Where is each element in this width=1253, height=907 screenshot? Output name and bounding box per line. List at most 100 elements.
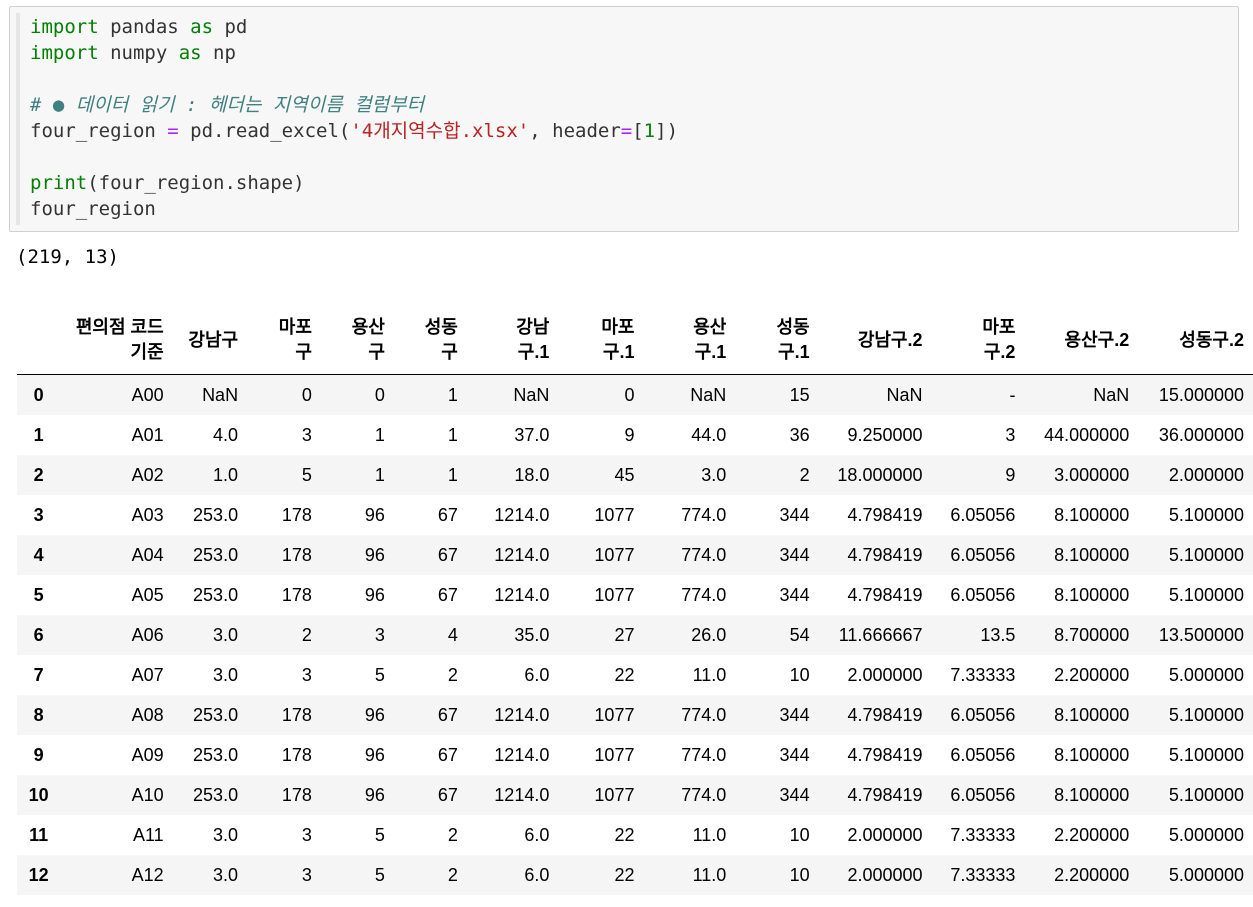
table-cell: 6.05056 xyxy=(950,544,1016,565)
table-cell: 3.000000 xyxy=(1054,464,1130,485)
code-line: four_region xyxy=(30,198,156,220)
table-cell: 5 xyxy=(374,824,385,845)
code-editor[interactable]: import pandas as pd import numpy as np #… xyxy=(30,14,678,222)
table-cell: 2 xyxy=(447,864,458,885)
row-index: 10 xyxy=(28,784,49,805)
row-index: 6 xyxy=(33,624,44,645)
row-index: 1 xyxy=(33,424,44,445)
table-cell: 96 xyxy=(364,784,385,805)
table-cell: 1214.0 xyxy=(494,744,550,765)
table-cell: 27 xyxy=(614,624,635,645)
table-cell: 45 xyxy=(614,464,635,485)
table-cell: 67 xyxy=(437,504,458,525)
code-line: import pandas as pd xyxy=(30,16,248,38)
table-cell: 3 xyxy=(301,824,312,845)
table-cell: 4 xyxy=(447,624,458,645)
table-cell: 11.666667 xyxy=(838,624,923,645)
code-line: four_region = pd.read_excel('4개지역수합.xlsx… xyxy=(30,120,679,142)
table-cell: 1.0 xyxy=(213,464,239,485)
column-header-text: 편의점 코드 xyxy=(75,317,164,337)
column-header-text: 구 xyxy=(295,342,312,362)
table-cell: A06 xyxy=(131,624,164,645)
code-line: import numpy as np xyxy=(30,42,236,64)
table-cell: 7.33333 xyxy=(950,864,1016,885)
table-cell: 26.0 xyxy=(691,624,727,645)
table-cell: 3.0 xyxy=(213,864,239,885)
table-cell: 1214.0 xyxy=(494,504,550,525)
table-cell: 35.0 xyxy=(514,624,550,645)
table-cell: 8.100000 xyxy=(1054,744,1130,765)
table-cell: 774.0 xyxy=(681,744,727,765)
table-cell: 13.500000 xyxy=(1158,624,1244,645)
table-cell: 54 xyxy=(789,624,810,645)
table-cell: 9 xyxy=(624,424,635,445)
table-row: 3 A03 253.0 178 96 67 1214.0 1077 774.0 344 4.7984… xyxy=(17,495,1253,535)
column-header: 용산 구 xyxy=(320,306,394,375)
table-cell: 15.000000 xyxy=(1158,384,1244,405)
row-index: 5 xyxy=(33,584,44,605)
column-header-text: 마포 xyxy=(601,317,635,337)
table-cell: 4.798419 xyxy=(847,704,923,725)
table-cell: 1077 xyxy=(594,704,635,725)
table-cell: A11 xyxy=(132,824,164,845)
row-index: 0 xyxy=(33,384,44,405)
table-cell: 4.798419 xyxy=(847,584,923,605)
table-cell: 253.0 xyxy=(193,544,239,565)
table-row: 0 A00 NaN 0 0 1 NaN 0 NaN 15 NaN - NaN 15.000000 xyxy=(17,374,1253,415)
table-cell: A12 xyxy=(131,864,164,885)
column-header-text: 성동구.2 xyxy=(1179,329,1244,350)
table-cell: 6.05056 xyxy=(950,744,1016,765)
code-line: # ● 데이터 읽기 : 헤더는 지역이름 컬럼부터 xyxy=(30,94,425,116)
column-header: 성동구.2 xyxy=(1138,306,1253,375)
table-cell: A07 xyxy=(131,664,164,685)
row-index: 3 xyxy=(33,504,44,525)
table-cell: 3.0 xyxy=(213,624,239,645)
table-cell: 11.0 xyxy=(692,824,727,845)
table-cell: 96 xyxy=(364,584,385,605)
table-cell: 344 xyxy=(779,784,810,805)
table-cell: 774.0 xyxy=(681,504,727,525)
table-cell: 5.000000 xyxy=(1168,664,1244,685)
table-cell: A08 xyxy=(131,704,164,725)
table-cell: 96 xyxy=(364,744,385,765)
table-cell: 1 xyxy=(374,464,385,485)
column-header-text: 용산 xyxy=(693,317,727,337)
table-cell: NaN xyxy=(202,384,239,405)
table-cell: 3.0 xyxy=(213,664,239,685)
table-cell: NaN xyxy=(513,384,550,405)
column-header-text: 강남 xyxy=(516,317,550,337)
column-header: 마포 구.1 xyxy=(558,306,644,375)
table-cell: 2.000000 xyxy=(847,664,923,685)
table-cell: 2 xyxy=(799,464,810,485)
table-cell: 6.05056 xyxy=(950,784,1016,805)
table-cell: 67 xyxy=(437,584,458,605)
table-cell: 6.0 xyxy=(524,824,550,845)
table-cell: 774.0 xyxy=(681,544,727,565)
dataframe-table: 편의점 코드 기준 강남구 마포 구 용산 구 성동 구 강남 구.1 마포 구.1 용산 구.1 성동 구.1… xyxy=(17,306,1253,895)
table-cell: NaN xyxy=(886,384,923,405)
column-header-text: 구.2 xyxy=(983,342,1016,362)
table-cell: 36.000000 xyxy=(1158,424,1244,445)
table-row: 8 A08 253.0 178 96 67 1214.0 1077 774.0 344 4.7984… xyxy=(17,695,1253,735)
row-index: 8 xyxy=(33,704,44,725)
table-row: 12 A12 3.0 3 5 2 6.0 22 11.0 10 2.000000 7.33333 2.2… xyxy=(17,855,1253,895)
table-cell: 178 xyxy=(281,744,312,765)
table-cell: 2.000000 xyxy=(847,824,923,845)
cell-gutter xyxy=(16,13,20,225)
table-cell: 3 xyxy=(301,864,312,885)
table-cell: A04 xyxy=(131,544,164,565)
row-index: 11 xyxy=(29,824,49,845)
row-index: 12 xyxy=(28,864,49,885)
table-cell: 1214.0 xyxy=(494,544,550,565)
table-cell: 3 xyxy=(1005,424,1016,445)
row-index: 9 xyxy=(33,744,44,765)
table-cell: 3 xyxy=(301,664,312,685)
table-cell: 8.700000 xyxy=(1054,624,1130,645)
column-header: 강남 구.1 xyxy=(466,306,559,375)
table-cell: 36 xyxy=(789,424,810,445)
column-header-text: 용산구.2 xyxy=(1064,329,1130,350)
table-cell: 8.100000 xyxy=(1054,784,1130,805)
table-cell: 2 xyxy=(301,624,312,645)
table-cell: NaN xyxy=(1093,384,1130,405)
table-cell: NaN xyxy=(690,384,727,405)
